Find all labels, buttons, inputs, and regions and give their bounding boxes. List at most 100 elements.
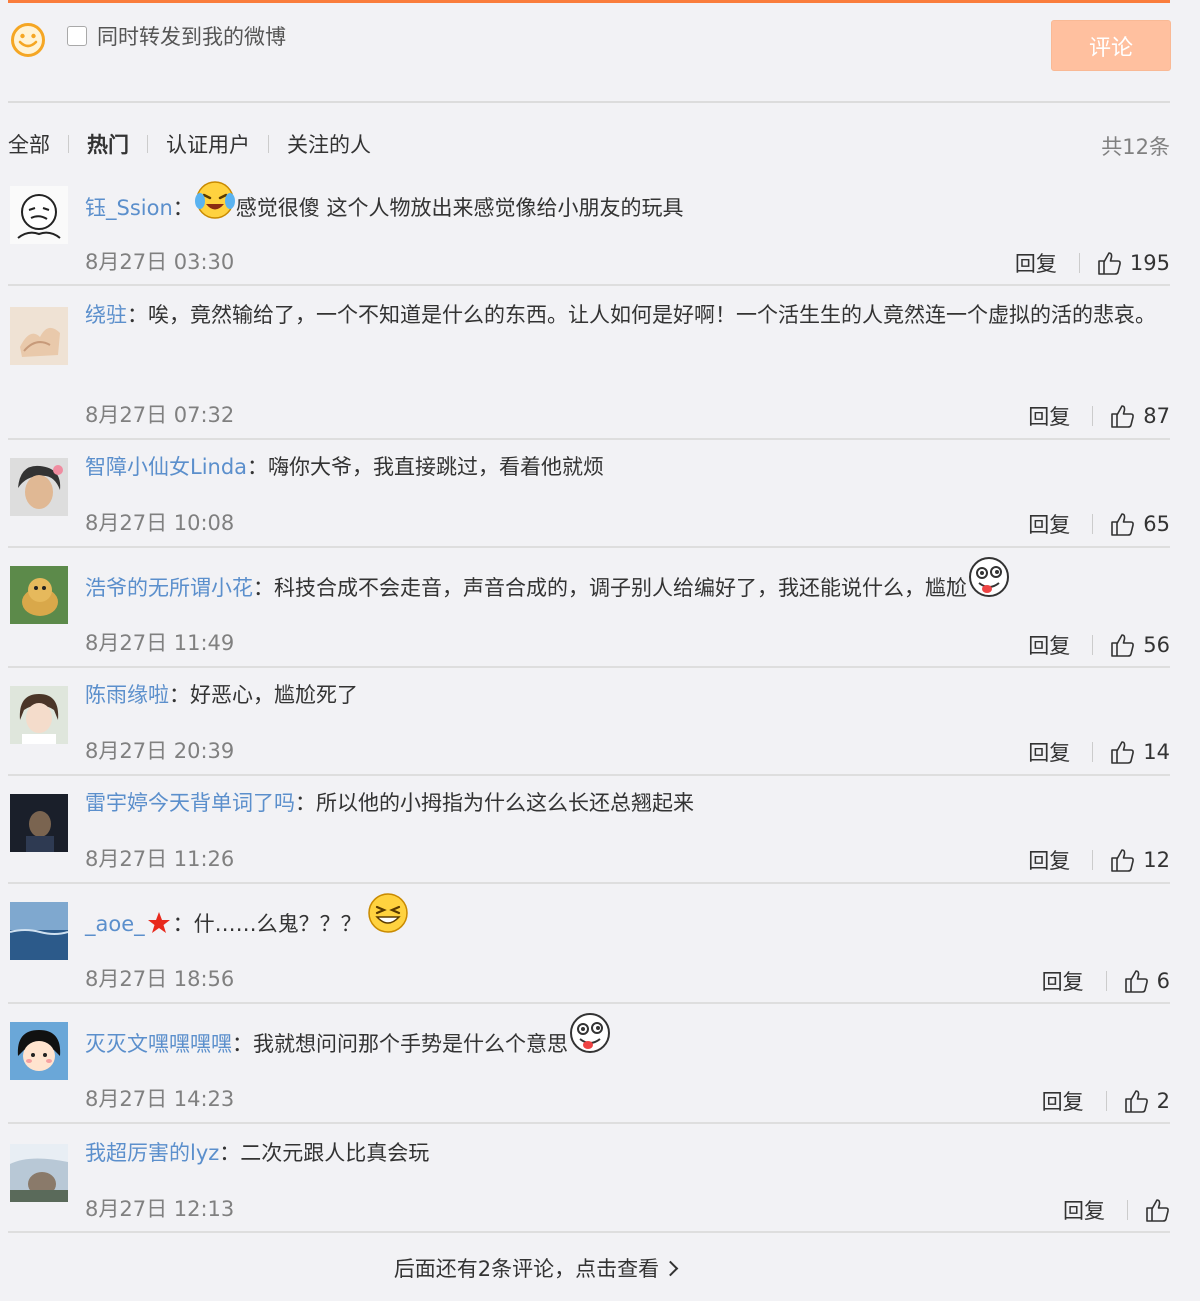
forward-checkbox[interactable] bbox=[67, 26, 87, 46]
load-more-label: 后面还有2条评论，点击查看 bbox=[393, 1257, 660, 1281]
comment-date: 8月27日 14:23 bbox=[85, 1087, 235, 1111]
like-count: 195 bbox=[1129, 251, 1170, 275]
action-divider bbox=[1092, 514, 1094, 534]
comment-item: 陈雨缘啦：好恶心，尴尬死了 8月27日 20:39 回复 14 bbox=[8, 668, 1170, 776]
comment-item: 雷宇婷今天背单词了吗：所以他的小拇指为什么这么长还总翘起来 8月27日 11:2… bbox=[8, 776, 1170, 884]
like-count: 12 bbox=[1143, 848, 1170, 872]
filter-tabs: 全部 热门 认证用户 关注的人 bbox=[8, 129, 371, 159]
comment-actions: 回复 bbox=[1063, 1195, 1170, 1225]
colon: ： bbox=[219, 1141, 241, 1165]
forward-label: 同时转发到我的微博 bbox=[97, 25, 286, 49]
reply-button[interactable]: 回复 bbox=[1028, 845, 1070, 875]
reply-button[interactable]: 回复 bbox=[1028, 737, 1070, 767]
comment-content: 浩爷的无所谓小花：科技合成不会走音，声音合成的，调子别人给编好了，我还能说什么，… bbox=[85, 557, 1170, 610]
chevron-right-icon bbox=[662, 1260, 679, 1277]
reply-button[interactable]: 回复 bbox=[1015, 248, 1057, 278]
comment-username[interactable]: 钰_Ssion bbox=[85, 196, 173, 220]
avatar[interactable] bbox=[10, 902, 68, 960]
tab-divider bbox=[268, 135, 269, 153]
comment-content: _aoe_ ：什……么鬼？？？ bbox=[85, 893, 1170, 946]
thumbs-up-icon[interactable] bbox=[1109, 847, 1135, 873]
reply-button[interactable]: 回复 bbox=[1028, 509, 1070, 539]
comment-date: 8月27日 11:26 bbox=[85, 847, 235, 871]
comment-text: 二次元跟人比真会玩 bbox=[240, 1141, 430, 1165]
thumbs-up-icon[interactable] bbox=[1109, 739, 1135, 765]
squint-laugh-emoji bbox=[367, 893, 408, 933]
tab-verified-users[interactable]: 认证用户 bbox=[166, 129, 250, 159]
colon: ： bbox=[172, 912, 194, 936]
action-divider bbox=[1105, 1091, 1107, 1111]
comment-username[interactable]: 浩爷的无所谓小花 bbox=[85, 576, 253, 600]
comment-actions: 回复 14 bbox=[1028, 737, 1170, 767]
red-star-badge bbox=[147, 912, 170, 933]
comment-actions: 回复 65 bbox=[1028, 509, 1170, 539]
action-divider bbox=[1092, 742, 1094, 762]
avatar[interactable] bbox=[10, 1022, 68, 1080]
tab-divider bbox=[147, 135, 148, 153]
comment-username[interactable]: _aoe_ bbox=[85, 912, 145, 936]
action-divider bbox=[1092, 850, 1094, 870]
comment-date: 8月27日 11:49 bbox=[85, 631, 235, 655]
thumbs-up-icon[interactable] bbox=[1123, 1088, 1149, 1114]
thumbs-up-icon[interactable] bbox=[1109, 632, 1135, 658]
comment-username[interactable]: 我超厉害的lyz bbox=[85, 1141, 219, 1165]
avatar[interactable] bbox=[10, 186, 68, 244]
comment-actions: 回复 195 bbox=[1015, 248, 1170, 278]
thumbs-up-icon[interactable] bbox=[1109, 403, 1135, 429]
like-count: 2 bbox=[1156, 1089, 1170, 1113]
reply-button[interactable]: 回复 bbox=[1042, 966, 1084, 996]
comment-content: 雷宇婷今天背单词了吗：所以他的小拇指为什么这么长还总翘起来 bbox=[85, 782, 1170, 825]
comment-content: 绕驻：唉，竟然输给了，一个不知道是什么的东西。让人如何是好啊！一个活生生的人竟然… bbox=[85, 294, 1170, 337]
comment-text: 唉，竟然输给了，一个不知道是什么的东西。让人如何是好啊！一个活生生的人竟然连一个… bbox=[148, 303, 1156, 327]
reply-button[interactable]: 回复 bbox=[1042, 1086, 1084, 1116]
comment-actions: 回复 56 bbox=[1028, 630, 1170, 660]
avatar[interactable] bbox=[10, 1144, 68, 1202]
reply-button[interactable]: 回复 bbox=[1028, 401, 1070, 431]
action-divider bbox=[1092, 635, 1094, 655]
submit-comment-button[interactable]: 评论 bbox=[1051, 20, 1171, 71]
comment-text: 所以他的小拇指为什么这么长还总翘起来 bbox=[316, 791, 694, 815]
comment-actions: 回复 6 bbox=[1042, 966, 1170, 996]
colon: ： bbox=[247, 455, 269, 479]
tab-following[interactable]: 关注的人 bbox=[287, 129, 371, 159]
reply-button[interactable]: 回复 bbox=[1063, 1195, 1105, 1225]
like-count: 14 bbox=[1143, 740, 1170, 764]
like-count: 65 bbox=[1143, 512, 1170, 536]
action-divider bbox=[1105, 971, 1107, 991]
comment-date: 8月27日 20:39 bbox=[85, 739, 235, 763]
comment-username[interactable]: 灭灭文嘿嘿嘿嘿 bbox=[85, 1032, 232, 1056]
comment-text: 嗨你大爷，我直接跳过，看着他就烦 bbox=[268, 455, 605, 479]
avatar[interactable] bbox=[10, 794, 68, 852]
comment-username[interactable]: 雷宇婷今天背单词了吗 bbox=[85, 791, 295, 815]
comment-text: 感觉很傻 这个人物放出来感觉像给小朋友的玩具 bbox=[235, 196, 684, 220]
action-divider bbox=[1127, 1200, 1128, 1220]
comment-date: 8月27日 07:32 bbox=[85, 403, 235, 427]
like-count: 87 bbox=[1143, 404, 1170, 428]
tab-hot[interactable]: 热门 bbox=[87, 129, 129, 159]
comment-total-count: 共12条 bbox=[1101, 135, 1170, 159]
comment-item: 灭灭文嘿嘿嘿嘿：我就想问问那个手势是什么个意思 8月27日 14:23 回复 2 bbox=[8, 1004, 1170, 1124]
colon: ： bbox=[169, 683, 190, 707]
avatar[interactable] bbox=[10, 458, 68, 516]
avatar[interactable] bbox=[10, 566, 68, 624]
smile-face-icon[interactable] bbox=[10, 22, 46, 58]
thumbs-up-icon[interactable] bbox=[1109, 511, 1135, 537]
comment-username[interactable]: 绕驻 bbox=[85, 303, 127, 327]
comment-content: 陈雨缘啦：好恶心，尴尬死了 bbox=[85, 674, 1170, 717]
comment-text: 什……么鬼？？？ bbox=[193, 912, 362, 936]
comment-item: 智障小仙女Linda：嗨你大爷，我直接跳过，看着他就烦 8月27日 10:08 … bbox=[8, 440, 1170, 548]
thumbs-up-icon[interactable] bbox=[1123, 968, 1149, 994]
tab-all[interactable]: 全部 bbox=[8, 129, 50, 159]
reply-button[interactable]: 回复 bbox=[1028, 630, 1070, 660]
silly-face-emoji bbox=[969, 557, 1009, 597]
comment-content: 灭灭文嘿嘿嘿嘿：我就想问问那个手势是什么个意思 bbox=[85, 1013, 1170, 1066]
comment-username[interactable]: 陈雨缘啦 bbox=[85, 683, 169, 707]
avatar[interactable] bbox=[10, 686, 68, 744]
comment-username[interactable]: 智障小仙女Linda bbox=[85, 455, 247, 479]
load-more-comments-link[interactable]: 后面还有2条评论，点击查看 bbox=[0, 1253, 1070, 1283]
thumbs-up-icon[interactable] bbox=[1096, 250, 1122, 276]
thumbs-up-icon[interactable] bbox=[1144, 1197, 1170, 1223]
comment-content: 我超厉害的lyz：二次元跟人比真会玩 bbox=[85, 1132, 1170, 1175]
avatar[interactable] bbox=[10, 307, 68, 365]
comment-text: 好恶心，尴尬死了 bbox=[190, 683, 358, 707]
